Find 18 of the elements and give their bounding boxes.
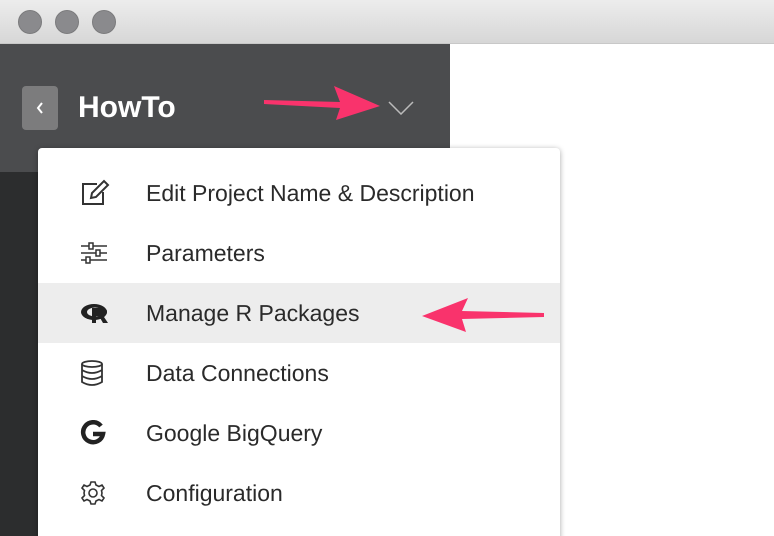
r-logo-icon: [80, 302, 110, 324]
sliders-icon: [80, 242, 108, 264]
menu-item[interactable]: Parameters: [38, 223, 560, 283]
menu-item[interactable]: Manage R Packages: [38, 283, 560, 343]
project-title: HowTo: [78, 91, 176, 125]
menu-item[interactable]: Data Connections: [38, 343, 560, 403]
google-icon: [80, 420, 106, 446]
chevron-left-icon: [35, 101, 45, 115]
database-icon: [80, 360, 104, 386]
minimize-button[interactable]: [55, 10, 79, 34]
zoom-button[interactable]: [92, 10, 116, 34]
menu-item[interactable]: Google BigQuery: [38, 403, 560, 463]
menu-item[interactable]: Configuration: [38, 463, 560, 523]
menu-item[interactable]: Edit Project Name & Description: [38, 163, 560, 223]
settings-icon: [80, 480, 106, 506]
close-button[interactable]: [18, 10, 42, 34]
edit-icon: [80, 179, 110, 207]
chevron-down-icon: [388, 101, 414, 115]
